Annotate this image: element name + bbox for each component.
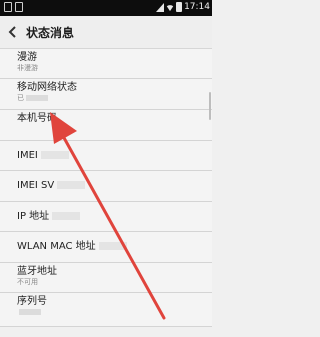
network-state-label: 移动网络状态 [17, 82, 77, 93]
roaming-value: 非漫游 [17, 64, 38, 72]
list-item-wlan-mac[interactable]: WLAN MAC 地址 [0, 232, 212, 263]
imei-label: IMEI [17, 150, 38, 161]
status-bar: 17:14 [0, 0, 212, 16]
redacted-block [57, 181, 86, 189]
imei-sv-label: IMEI SV [17, 180, 55, 191]
roaming-label: 漫游 [17, 52, 37, 63]
chevron-left-icon[interactable] [6, 24, 20, 40]
redacted-block [19, 309, 41, 315]
list-item-imei-sv[interactable]: IMEI SV [0, 171, 212, 202]
status-list: 漫游 非漫游 移动网络状态 已 本机号码 IMEI IMEI SV IP 地址 … [0, 49, 212, 327]
network-state-value: 已 [17, 94, 24, 102]
status-time: 17:14 [184, 2, 210, 12]
redacted-block [52, 212, 81, 220]
ip-address-label: IP 地址 [17, 211, 50, 222]
notification-icon [4, 2, 12, 12]
battery-icon [176, 2, 183, 12]
page-title: 状态消息 [26, 26, 75, 40]
list-item-phone-number[interactable]: 本机号码 [0, 110, 212, 141]
list-item-serial[interactable]: 序列号 [0, 293, 212, 327]
app-header: 状态消息 [0, 16, 212, 49]
list-item-network-state[interactable]: 移动网络状态 已 [0, 79, 212, 110]
phone-number-label: 本机号码 [17, 113, 57, 124]
list-item-ip-address[interactable]: IP 地址 [0, 202, 212, 232]
list-item-imei[interactable]: IMEI [0, 141, 212, 171]
redacted-block [40, 151, 69, 159]
message-icon [15, 2, 23, 12]
wlan-mac-label: WLAN MAC 地址 [17, 241, 96, 252]
redacted-block [26, 95, 48, 101]
list-item-bluetooth[interactable]: 蓝牙地址 不可用 [0, 263, 212, 293]
signal-icon [156, 2, 165, 12]
wifi-icon [166, 4, 174, 11]
bluetooth-value: 不可用 [17, 278, 38, 286]
bluetooth-label: 蓝牙地址 [17, 266, 57, 277]
serial-label: 序列号 [17, 296, 47, 307]
redacted-block [98, 242, 127, 250]
list-item-roaming[interactable]: 漫游 非漫游 [0, 49, 212, 79]
scrollbar[interactable] [209, 92, 211, 120]
